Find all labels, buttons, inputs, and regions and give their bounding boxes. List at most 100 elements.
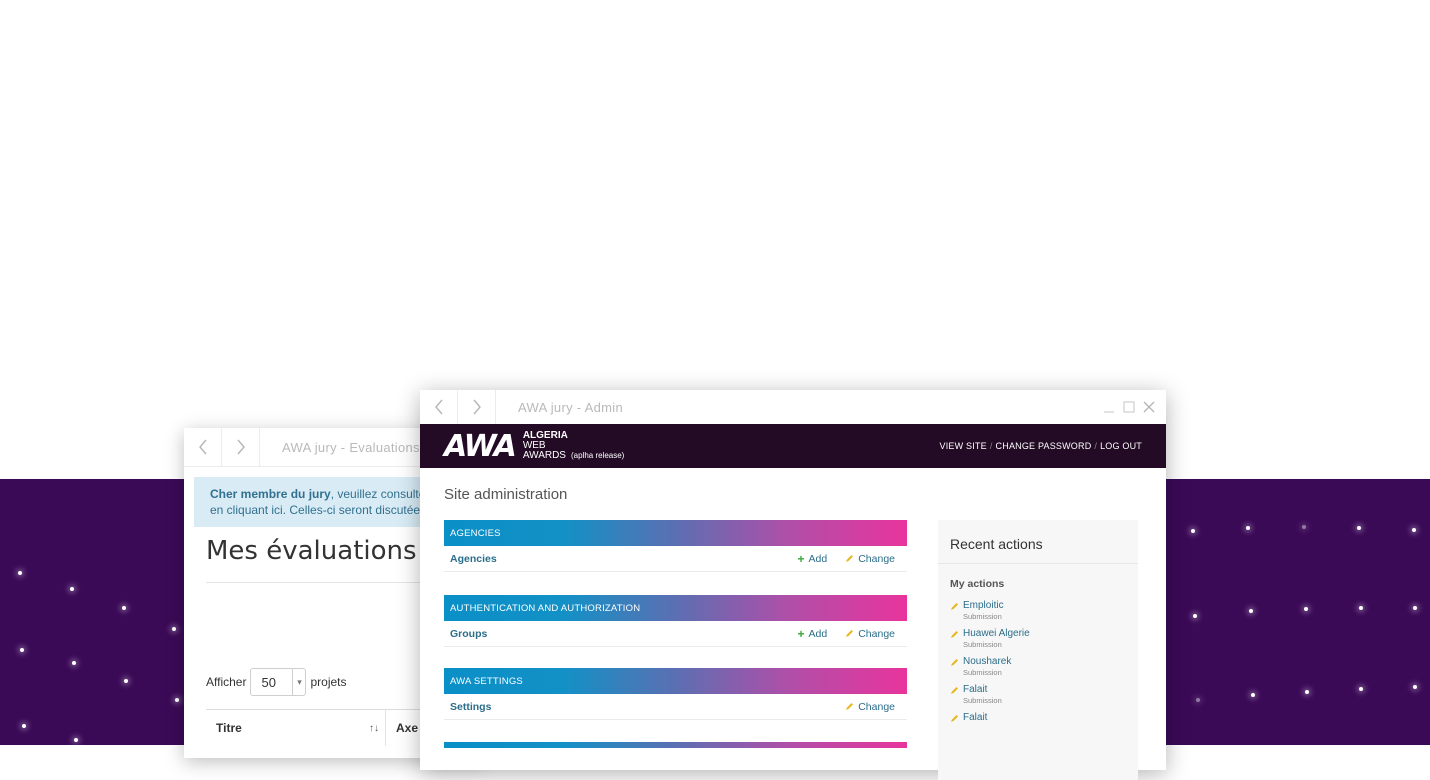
recent-action-text: Huawei Algerie Submission	[963, 628, 1030, 650]
star-dot	[1304, 607, 1308, 611]
alert-bold-text: Cher membre du jury	[210, 487, 331, 501]
model-link[interactable]: Groups	[450, 628, 487, 640]
module-auth: AUTHENTICATION AND AUTHORIZATION Groups …	[444, 595, 907, 647]
module-caption[interactable]: AUTHENTICATION AND AUTHORIZATION	[444, 595, 907, 621]
change-password-link[interactable]: CHANGE PASSWORD	[996, 441, 1092, 451]
window-title: AWA jury - Admin	[518, 399, 623, 415]
window-titlebar: AWA jury - Admin	[420, 390, 1166, 425]
column-header-titre[interactable]: Titre ↑↓	[206, 710, 386, 746]
recent-action-text: Falait Submission	[963, 684, 1002, 706]
page-size-select[interactable]: 50 ▾	[250, 668, 307, 696]
recent-action-name[interactable]: Nousharek	[963, 656, 1011, 668]
logo-line: AWARDS (aplha release)	[523, 451, 625, 461]
star-dot	[172, 627, 176, 631]
plus-icon: +	[797, 551, 805, 566]
star-dot	[1413, 685, 1417, 689]
star-dot	[1196, 698, 1200, 702]
pencil-icon	[951, 603, 958, 610]
forward-button[interactable]	[222, 428, 260, 466]
star-dot	[1249, 609, 1253, 613]
pencil-icon	[846, 555, 854, 562]
change-link[interactable]: Change	[845, 701, 895, 713]
show-label: Afficher	[206, 675, 247, 689]
module-next-partial	[444, 742, 907, 748]
recent-action-name[interactable]: Falait	[963, 712, 987, 724]
chevron-left-icon	[198, 439, 207, 455]
admin-window: AWA jury - Admin AWA ALGERIA WEB AWARDS …	[420, 390, 1166, 780]
back-button[interactable]	[420, 390, 458, 424]
plus-icon: +	[797, 626, 805, 641]
recent-action-type: Submission	[963, 696, 1002, 705]
change-label: Change	[858, 552, 895, 565]
star-dot	[1191, 529, 1195, 533]
column-label: Titre	[216, 721, 242, 735]
module-caption[interactable]: AGENCIES	[444, 520, 907, 546]
maximize-icon	[1123, 401, 1135, 413]
pencil-icon	[846, 630, 854, 637]
add-link[interactable]: + Add	[798, 627, 828, 641]
recent-action-name[interactable]: Falait	[963, 684, 1002, 696]
star-dot	[124, 679, 128, 683]
page-size-control: Afficher 50 ▾ projets	[206, 668, 347, 696]
page-title: Mes évaluations	[206, 536, 417, 566]
star-dot	[1302, 525, 1306, 529]
recent-action-item[interactable]: Nousharek Submission	[938, 654, 1138, 682]
recent-action-name[interactable]: Huawei Algerie	[963, 628, 1030, 640]
my-actions-heading: My actions	[950, 578, 1005, 590]
star-dot	[1251, 693, 1255, 697]
recent-action-item[interactable]: Huawei Algerie Submission	[938, 626, 1138, 654]
recent-action-item[interactable]: Emploitic Submission	[938, 598, 1138, 626]
model-row: Agencies + Add Change	[444, 546, 907, 572]
change-link[interactable]: Change	[845, 627, 895, 641]
recent-action-item[interactable]: Falait	[938, 710, 1138, 738]
star-dot	[1193, 614, 1197, 618]
recent-action-text: Falait	[963, 712, 987, 734]
view-site-link[interactable]: VIEW SITE	[940, 441, 987, 451]
logo-text: ALGERIA WEB AWARDS (aplha release)	[523, 431, 625, 461]
row-actions: + Add Change	[798, 627, 907, 641]
recent-action-type: Submission	[963, 668, 1002, 677]
log-out-link[interactable]: LOG OUT	[1100, 441, 1142, 451]
module-caption[interactable]: AWA SETTINGS	[444, 668, 907, 694]
recent-actions-title: Recent actions	[938, 520, 1138, 564]
star-dot	[122, 606, 126, 610]
window-controls	[1102, 400, 1166, 414]
forward-button[interactable]	[458, 390, 496, 424]
add-link[interactable]: + Add	[798, 552, 828, 566]
change-link[interactable]: Change	[845, 552, 895, 566]
recent-action-text: Emploitic Submission	[963, 600, 1004, 622]
chevron-left-icon	[434, 399, 443, 415]
pencil-icon	[951, 687, 958, 694]
close-button[interactable]	[1142, 400, 1156, 414]
minimize-icon	[1104, 411, 1114, 413]
change-label: Change	[858, 627, 895, 640]
minimize-button[interactable]	[1102, 400, 1116, 414]
star-dot	[72, 661, 76, 665]
maximize-button[interactable]	[1122, 400, 1136, 414]
logo-mark: AWA	[444, 428, 517, 464]
star-dot	[1413, 606, 1417, 610]
add-label: Add	[808, 627, 828, 640]
recent-action-name[interactable]: Emploitic	[963, 600, 1004, 612]
admin-header: AWA ALGERIA WEB AWARDS (aplha release) V…	[420, 424, 1166, 468]
back-button[interactable]	[184, 428, 222, 466]
recent-action-text: Nousharek Submission	[963, 656, 1011, 678]
star-dot	[1246, 526, 1250, 530]
model-link[interactable]: Agencies	[450, 553, 497, 565]
star-dot	[1359, 687, 1363, 691]
star-dot	[1305, 690, 1309, 694]
chevron-right-icon	[236, 439, 245, 455]
star-dot	[74, 738, 78, 742]
module-caption[interactable]	[444, 742, 907, 748]
model-link[interactable]: Settings	[450, 701, 491, 713]
star-dot	[70, 587, 74, 591]
awa-logo[interactable]: AWA ALGERIA WEB AWARDS (aplha release)	[444, 429, 624, 464]
row-actions: Change	[845, 701, 907, 713]
logo-awards: AWARDS	[522, 450, 566, 461]
recent-action-type: Submission	[963, 640, 1002, 649]
model-row: Settings Change	[444, 694, 907, 720]
recent-action-item[interactable]: Falait Submission	[938, 682, 1138, 710]
pencil-icon	[951, 659, 958, 666]
chevron-right-icon	[472, 399, 481, 415]
column-label: Axe	[396, 721, 419, 735]
